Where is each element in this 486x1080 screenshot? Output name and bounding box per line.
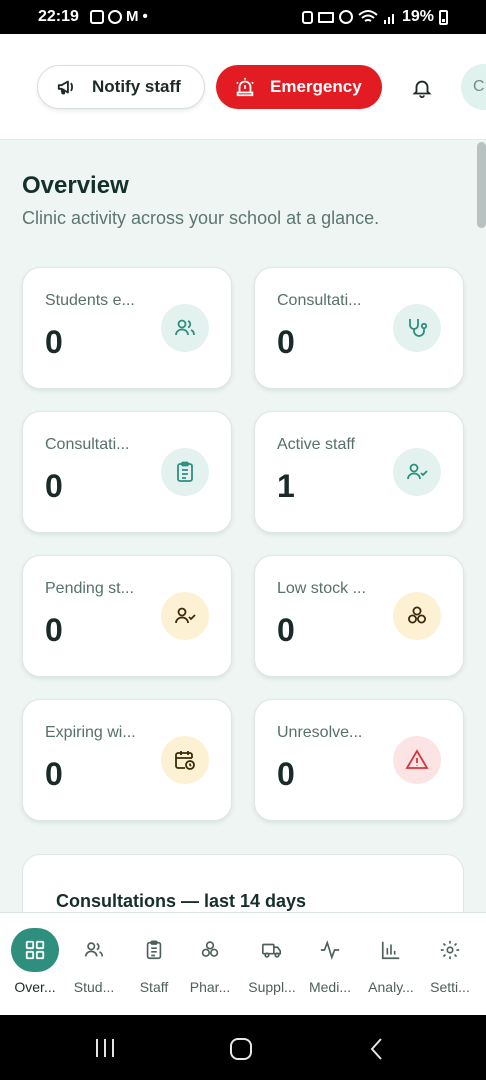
wifi-icon — [358, 10, 378, 22]
stat-label: Unresolve... — [277, 724, 363, 741]
stat-card-expiring[interactable]: Expiring wi... 0 — [22, 699, 232, 821]
activity-icon — [306, 928, 354, 972]
stat-label: Low stock ... — [277, 580, 366, 597]
stat-value: 0 — [45, 756, 63, 792]
back-icon[interactable] — [368, 1037, 386, 1061]
more-notifications-dot: • — [142, 8, 148, 25]
pinterest-icon — [108, 9, 122, 24]
alarm-icon — [339, 10, 353, 24]
stat-value: 0 — [45, 324, 63, 360]
users-icon — [161, 304, 209, 352]
stat-value: 0 — [45, 468, 63, 504]
stat-label: Consultati... — [45, 436, 130, 453]
app-header: Notify staff Emergency C — [0, 34, 486, 140]
alert-triangle-icon — [393, 736, 441, 784]
nav-label: Stud... — [73, 979, 115, 995]
nav-analytics[interactable]: Analy... — [362, 913, 420, 1016]
siren-icon — [236, 77, 254, 97]
clipboard-icon — [161, 448, 209, 496]
stat-label: Expiring wi... — [45, 724, 136, 741]
nav-supplies[interactable]: Suppl... — [243, 913, 301, 1016]
emergency-button[interactable]: Emergency — [216, 65, 382, 109]
notify-staff-button[interactable]: Notify staff — [37, 65, 205, 109]
stat-value: 0 — [45, 612, 63, 648]
notify-staff-label: Notify staff — [92, 77, 181, 96]
bar-chart-icon — [367, 928, 415, 972]
main-content[interactable]: Overview Clinic activity across your sch… — [0, 140, 486, 912]
calendar-clock-icon — [161, 736, 209, 784]
megaphone-icon — [57, 80, 73, 95]
stat-value: 0 — [277, 324, 295, 360]
nav-label: Phar... — [189, 979, 231, 995]
grid-icon — [11, 928, 59, 972]
truck-icon — [248, 928, 296, 972]
gallery-icon — [90, 9, 104, 24]
gmail-icon: M — [126, 8, 139, 25]
clipboard-icon — [130, 928, 178, 972]
stat-value: 0 — [277, 756, 295, 792]
nav-label: Medi... — [308, 979, 351, 995]
nav-label: Over... — [14, 979, 56, 995]
nav-label: Suppl... — [248, 979, 296, 995]
stat-label: Consultati... — [277, 292, 362, 309]
stat-label: Pending st... — [45, 580, 134, 597]
bell-icon — [412, 80, 432, 99]
battery-percent: 19% — [402, 8, 435, 25]
nav-label: Setti... — [430, 979, 470, 995]
stat-card-students[interactable]: Students e... 0 — [22, 267, 232, 389]
boxes-icon — [393, 592, 441, 640]
gear-icon — [426, 928, 474, 972]
user-check-icon — [161, 592, 209, 640]
signal-icon — [384, 14, 394, 24]
stat-card-pending-staff[interactable]: Pending st... 0 — [22, 555, 232, 677]
consultations-chart-card: Consultations — last 14 days — [22, 854, 464, 912]
nav-pharmacy[interactable]: Phar... — [181, 913, 239, 1016]
stat-card-consultations-today[interactable]: Consultati... 0 — [22, 411, 232, 533]
stat-card-active-staff[interactable]: Active staff 1 — [254, 411, 464, 533]
bottom-navigation: Over... Stud... Staff Phar... Suppl... M… — [0, 912, 486, 1015]
bed-icon — [318, 11, 334, 23]
stat-value: 1 — [277, 468, 295, 504]
page-subtitle: Clinic activity across your school at a … — [22, 208, 380, 228]
status-notification-icons: M • — [90, 8, 148, 25]
stat-label: Students e... — [45, 292, 135, 309]
nav-overview[interactable]: Over... — [6, 913, 64, 1016]
page-title: Overview — [22, 172, 129, 199]
user-check-icon — [393, 448, 441, 496]
status-time: 22:19 — [38, 8, 79, 25]
status-system-icons: 19% — [302, 8, 449, 26]
stat-card-low-stock[interactable]: Low stock ... 0 — [254, 555, 464, 677]
stat-value: 0 — [277, 612, 295, 648]
nav-students[interactable]: Stud... — [65, 913, 123, 1016]
status-bar: 22:19 M • 19% — [0, 0, 486, 34]
stat-label: Active staff — [277, 436, 355, 453]
emergency-label: Emergency — [270, 77, 362, 96]
home-icon[interactable] — [229, 1037, 253, 1061]
lock-icon — [302, 10, 313, 24]
stat-card-unresolved[interactable]: Unresolve... 0 — [254, 699, 464, 821]
users-icon — [70, 928, 118, 972]
stethoscope-icon — [393, 304, 441, 352]
recent-apps-icon[interactable] — [93, 1037, 117, 1059]
nav-label: Staff — [139, 979, 169, 995]
scrollbar-thumb[interactable] — [477, 142, 486, 228]
nav-label: Analy... — [368, 979, 414, 995]
boxes-icon — [186, 928, 234, 972]
nav-staff[interactable]: Staff — [125, 913, 183, 1016]
stat-card-consultations[interactable]: Consultati... 0 — [254, 267, 464, 389]
nav-medical[interactable]: Medi... — [301, 913, 359, 1016]
avatar[interactable]: C — [461, 64, 486, 110]
system-nav-bar — [0, 1015, 486, 1080]
notifications-button[interactable] — [408, 74, 436, 102]
nav-settings[interactable]: Setti... — [421, 913, 479, 1016]
chart-title: Consultations — last 14 days — [56, 891, 307, 911]
battery-icon — [439, 9, 449, 25]
